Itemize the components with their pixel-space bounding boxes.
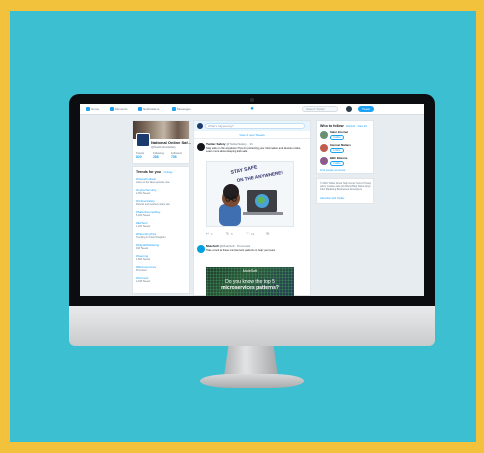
avatar[interactable] [320, 131, 328, 139]
advertise-link[interactable]: Advertise with Twitter [320, 197, 344, 200]
stat-followers[interactable]: Followers 756 [171, 152, 187, 159]
avatar[interactable] [320, 144, 328, 152]
follow-button[interactable]: Follow [330, 148, 344, 153]
profile-handle[interactable]: @NatOnlineSafety [151, 145, 176, 149]
timeline: What's happening? View 2 new Tweets Twit… [193, 120, 311, 296]
nav-moments[interactable]: Moments [110, 106, 132, 112]
tweet-text: Stay safe on the anywhere! Tips for prot… [206, 147, 302, 154]
mail-icon [172, 107, 176, 111]
avatar [197, 123, 203, 129]
like-icon[interactable]: ♡ [246, 231, 250, 237]
avatar[interactable] [346, 106, 352, 112]
reply-icon[interactable]: ↩ [206, 231, 209, 237]
list-item: Internet Matters Follow [320, 143, 372, 155]
tweet-text: Take a look at these microservice patter… [206, 249, 276, 252]
top-nav: Home Moments Notifications Messages ● Se… [80, 104, 424, 115]
find-friends-link[interactable]: Find people you know [320, 169, 345, 172]
avatar[interactable] [197, 143, 205, 151]
nav-home[interactable]: Home [86, 106, 108, 112]
compose-box: What's happening? [194, 121, 310, 131]
tweet-image[interactable]: STAY SAFE ON THE ANYWHERE! [206, 161, 294, 227]
tweet-actions: ↩ 1 ↻ 5 ♡ 12 ✉ [206, 231, 270, 237]
tweet-header[interactable]: MuleSoft @MuleSoft · Promoted [206, 244, 250, 248]
retweet-icon[interactable]: ↻ [226, 231, 229, 237]
list-item[interactable]: #ParentingTips Trending in United Kingdom [136, 232, 188, 239]
list-item[interactable]: #OnlineSafety Parents and teachers share … [136, 199, 188, 206]
avatar[interactable] [320, 157, 328, 165]
moments-icon [110, 107, 114, 111]
bell-icon [138, 107, 142, 111]
tweet-header[interactable]: Twitter Safety @TwitterSafety · 1h [206, 142, 253, 146]
list-item[interactable]: #CyberSecurity 2,391 Tweets [136, 188, 188, 195]
list-item: BBC Bitesize Follow [320, 156, 372, 168]
promoted-image[interactable]: MuleSoft Do you know the top 5 microserv… [206, 267, 294, 296]
home-icon [86, 107, 90, 111]
list-item[interactable]: #EdTech 1,234 Tweets [136, 221, 188, 228]
monitor-chin [69, 306, 435, 346]
monitor-screen: Home Moments Notifications Messages ● Se… [80, 104, 424, 296]
trends-title: Trends for you · Change [136, 170, 173, 174]
list-item[interactable]: #DigitalWellbeing 918 Tweets [136, 243, 188, 250]
nav-messages[interactable]: Messages [172, 106, 194, 112]
who-to-follow-title: Who to follow · Refresh · View all [320, 124, 367, 128]
trends-change-link[interactable]: · Change [162, 171, 173, 174]
tweet-button[interactable]: Tweet [358, 106, 374, 112]
laptop-base [243, 212, 283, 215]
refresh-link[interactable]: · Refresh · View all [345, 125, 367, 128]
character-hair [223, 184, 239, 200]
footer-links[interactable]: © 2018 Twitter About Help Center Terms P… [320, 182, 372, 192]
cartoon-illustration: STAY SAFE ON THE ANYWHERE! [219, 164, 284, 226]
compose-input[interactable]: What's happening? [205, 123, 305, 129]
stat-tweets[interactable]: Tweets 820 [136, 152, 152, 159]
promo-brand: MuleSoft [242, 269, 258, 273]
monitor-stand [224, 346, 278, 376]
promo-headline-2: microservices patterns? [221, 285, 279, 291]
monitor-bezel: Home Moments Notifications Messages ● Se… [69, 94, 435, 306]
follow-button[interactable]: Follow [330, 161, 344, 166]
list-item[interactable]: #SaferInternetDay 5,102 Tweets [136, 210, 188, 217]
list-item: Safer Internet Follow [320, 130, 372, 142]
twitter-bird-icon[interactable]: ● [248, 106, 256, 112]
list-item[interactable]: #Schools 2,018 Tweets [136, 276, 188, 283]
list-item[interactable]: #Gaming 4,506 Tweets [136, 254, 188, 261]
profile-avatar[interactable] [136, 133, 150, 147]
stat-following[interactable]: Following 288 [153, 152, 169, 159]
profile-card: National Online Saf... @NatOnlineSafety … [132, 120, 191, 164]
new-tweets-banner[interactable]: View 2 new Tweets [194, 132, 310, 139]
character-body [219, 204, 241, 226]
message-icon[interactable]: ✉ [266, 231, 269, 237]
list-item[interactable]: #Microservices Promoted [136, 265, 188, 272]
search-input[interactable]: Search Twitter [302, 106, 338, 112]
monitor-base [200, 374, 304, 388]
webcam-icon [250, 98, 254, 102]
footer-card: © 2018 Twitter About Help Center Terms P… [316, 178, 374, 204]
who-to-follow-card: Who to follow · Refresh · View all Safer… [316, 120, 374, 174]
avatar[interactable] [197, 245, 205, 253]
nav-notifications[interactable]: Notifications [138, 106, 160, 112]
follow-button[interactable]: Follow [330, 135, 344, 140]
trends-card: Trends for you · Change #NewsPodcast List… [132, 166, 190, 294]
list-item[interactable]: #NewsPodcast Listen to the latest episode… [136, 177, 188, 184]
